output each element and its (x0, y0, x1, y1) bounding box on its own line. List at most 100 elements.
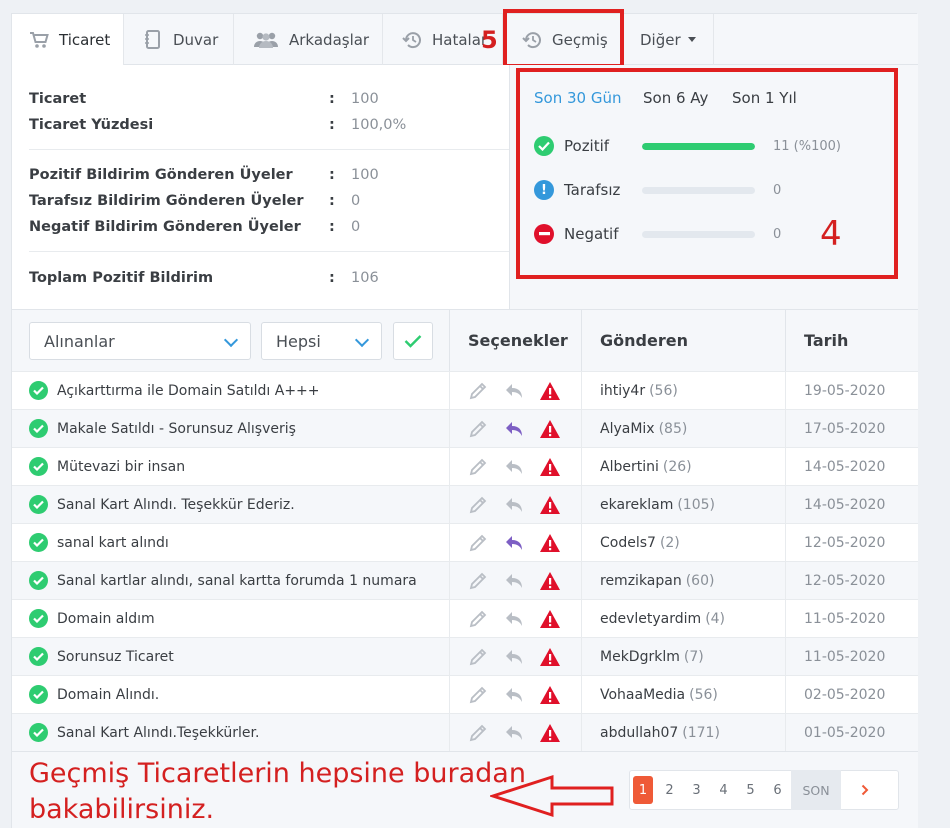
warning-icon[interactable] (539, 685, 561, 705)
feedback-title-cell: Sorunsuz Ticaret (29, 638, 449, 675)
reply-icon[interactable] (503, 419, 525, 439)
sender-cell: ihtiy4r (56) (581, 372, 785, 409)
page-1[interactable]: 1 (630, 770, 656, 810)
check-circle-icon (29, 609, 48, 628)
reply-icon[interactable] (503, 495, 525, 515)
warning-icon[interactable] (539, 571, 561, 591)
pencil-icon[interactable] (467, 495, 489, 515)
tab-duvar[interactable]: Duvar (124, 14, 234, 65)
check-circle-icon (29, 723, 48, 742)
warning-icon[interactable] (539, 647, 561, 667)
check-circle-icon (29, 533, 48, 552)
date-cell: 02-05-2020 (785, 676, 918, 713)
reply-icon[interactable] (503, 571, 525, 591)
reply-icon[interactable] (503, 685, 525, 705)
stat-row: Ticaret:100 (29, 91, 379, 107)
options-cell (449, 372, 581, 409)
pencil-icon[interactable] (467, 723, 489, 743)
sender-link[interactable]: AlyaMix (600, 421, 655, 437)
sender-score: (171) (682, 724, 720, 741)
sender-link[interactable]: Codels7 (600, 535, 656, 551)
pencil-icon[interactable] (467, 533, 489, 553)
check-circle-icon (29, 457, 48, 476)
pencil-icon[interactable] (467, 647, 489, 667)
sender-link[interactable]: Albertini (600, 459, 659, 475)
options-cell (449, 600, 581, 637)
reply-icon[interactable] (503, 533, 525, 553)
pencil-icon[interactable] (467, 419, 489, 439)
check-circle-icon (29, 685, 48, 704)
sender-cell: Codels7 (2) (581, 524, 785, 561)
table-row: Sanal Kart Alındı. Teşekkür Ederiz. ekare… (12, 485, 918, 523)
options-cell (449, 676, 581, 713)
sender-score: (2) (659, 534, 680, 551)
sender-link[interactable]: MekDgrklm (600, 649, 680, 665)
tab-arkadaslar[interactable]: Arkadaşlar (234, 14, 383, 65)
stat-row: Pozitif Bildirim Gönderen Üyeler:100 (29, 167, 379, 183)
stat-row: Negatif Bildirim Gönderen Üyeler:0 (29, 219, 361, 235)
warning-icon[interactable] (539, 419, 561, 439)
date-cell: 01-05-2020 (785, 714, 918, 751)
page-2[interactable]: 2 (656, 770, 683, 810)
page-5[interactable]: 5 (737, 770, 764, 810)
reply-icon[interactable] (503, 381, 525, 401)
tab-ticaret[interactable]: Ticaret (12, 14, 124, 66)
warning-icon[interactable] (539, 723, 561, 743)
page-6[interactable]: 6 (764, 770, 791, 810)
sender-link[interactable]: ihtiy4r (600, 383, 645, 399)
options-cell (449, 638, 581, 675)
sender-cell: ekareklam (105) (581, 486, 785, 523)
check-circle-icon (29, 571, 48, 590)
sender-link[interactable]: edevletyardim (600, 611, 701, 627)
scope-select[interactable]: Hepsi (261, 322, 382, 360)
table-row: Açıkarttırma ile Domain Satıldı A+++ ihti… (12, 371, 918, 409)
pencil-icon[interactable] (467, 381, 489, 401)
sender-cell: Albertini (26) (581, 448, 785, 485)
check-circle-icon (29, 381, 48, 400)
sender-score: (56) (649, 382, 678, 399)
divider (29, 149, 509, 150)
reply-icon[interactable] (503, 647, 525, 667)
sender-link[interactable]: ekareklam (600, 497, 673, 513)
page-3[interactable]: 3 (683, 770, 710, 810)
warning-icon[interactable] (539, 495, 561, 515)
options-cell (449, 562, 581, 599)
warning-icon[interactable] (539, 533, 561, 553)
pencil-icon[interactable] (467, 685, 489, 705)
warning-icon[interactable] (539, 381, 561, 401)
cart-icon (28, 30, 50, 50)
last-page-button[interactable]: SON (791, 770, 841, 810)
sender-score: (7) (683, 648, 704, 665)
tab-diger[interactable]: Diğer (623, 14, 714, 65)
column-header-options: Seçenekler (449, 309, 581, 371)
sender-link[interactable]: VohaaMedia (600, 687, 685, 703)
warning-icon[interactable] (539, 609, 561, 629)
table-row: Makale Satıldı - Sorunsuz Alışveriş AlyaM… (12, 409, 918, 447)
check-circle-icon (29, 647, 48, 666)
type-select[interactable]: Alınanlar (29, 322, 251, 360)
sender-cell: AlyaMix (85) (581, 410, 785, 447)
arrow-left-icon (490, 774, 614, 818)
options-cell (449, 448, 581, 485)
tab-bar: Ticaret Duvar Arkadaşlar Hatalar Geçmiş (12, 14, 918, 66)
next-page-button[interactable] (841, 770, 889, 810)
feedback-panel: Ticaret Duvar Arkadaşlar Hatalar Geçmiş (11, 9, 918, 828)
annotation-number-summary: 4 (820, 214, 842, 254)
page-4[interactable]: 4 (710, 770, 737, 810)
column-header-date: Tarih (785, 309, 918, 371)
apply-filter-button[interactable] (393, 322, 433, 360)
pencil-icon[interactable] (467, 457, 489, 477)
pencil-icon[interactable] (467, 609, 489, 629)
feedback-title-cell: Mütevazi bir insan (29, 448, 449, 485)
pencil-icon[interactable] (467, 571, 489, 591)
sender-link[interactable]: abdullah07 (600, 725, 678, 741)
sender-link[interactable]: remzikapan (600, 573, 682, 589)
table-row: Sanal Kart Alındı.Teşekkürler. abdullah07… (12, 713, 918, 751)
reply-icon[interactable] (503, 609, 525, 629)
warning-icon[interactable] (539, 457, 561, 477)
users-icon (252, 30, 280, 50)
reply-icon[interactable] (503, 457, 525, 477)
reply-icon[interactable] (503, 723, 525, 743)
annotation-box-tab (503, 9, 624, 68)
check-circle-icon (29, 419, 48, 438)
